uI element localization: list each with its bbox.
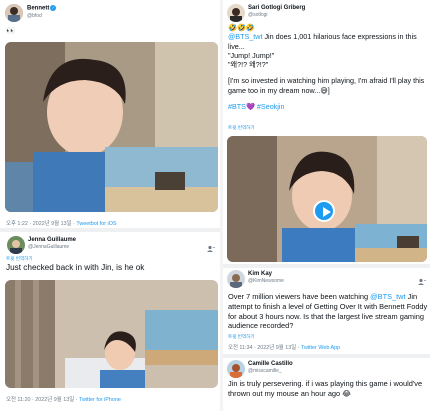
tweet-line-1: @BTS_twt Jin does 1,001 hilarious face e…: [228, 32, 417, 51]
tweet-meta: 오전 11:34 · 2022년 9월 13일 · Twitter Web Ap…: [228, 345, 341, 351]
author-handle[interactable]: @JennaGuillaume: [28, 244, 69, 250]
add-user-icon[interactable]: [418, 273, 426, 285]
avatar[interactable]: [227, 270, 245, 288]
author-handle[interactable]: @bfod: [27, 13, 42, 19]
tweet-body: 🤣🤣🤣 @BTS_twt Jin does 1,001 hilarious fa…: [228, 23, 428, 111]
mention-link[interactable]: @BTS_twt: [370, 292, 405, 301]
avatar[interactable]: [5, 4, 23, 22]
author-handle[interactable]: @sotlogi: [248, 12, 268, 18]
left-column: Bennett ✓ @bfod 👀 오후 1:22 · 2022년 9월 13일 …: [0, 0, 220, 411]
author-name[interactable]: Kim Kay: [248, 271, 272, 277]
play-icon[interactable]: [313, 200, 335, 222]
tweet-text: 👀: [6, 26, 16, 35]
author-handle[interactable]: @KimNewsome: [248, 278, 284, 284]
author-handle[interactable]: @misscamille_: [248, 368, 282, 374]
verified-badge-icon: ✓: [50, 5, 57, 11]
tweet-meta: 오전 11:20 · 2022년 9월 13일 · Twitter for iP…: [6, 397, 121, 403]
avatar[interactable]: [227, 4, 245, 22]
video-player[interactable]: [227, 136, 427, 262]
source-link[interactable]: Twitter for iPhone: [79, 397, 121, 403]
tweet-sari[interactable]: Sari Gotlogi Griberg @sotlogi 🤣🤣🤣 @BTS_t…: [223, 0, 430, 262]
author-name[interactable]: Bennett ✓: [27, 5, 57, 12]
hashtag-links[interactable]: #BTS💜 #Seokjin: [228, 102, 428, 111]
tweet-text: Jin is truly persevering. if i was playi…: [228, 379, 423, 398]
tweet-line-2: "Jump! Jump!": [228, 50, 275, 60]
tweet-text: Over 7 million viewers have been watchin…: [228, 292, 428, 331]
tweet-kim[interactable]: Kim Kay @KimNewsome Over 7 million viewe…: [223, 268, 430, 354]
translate-link[interactable]: 트윗 번역하기: [228, 334, 255, 340]
tweet-text: Just checked back in with Jin, is he ok: [6, 263, 145, 272]
author-name[interactable]: Jenna Guillaume: [28, 237, 76, 243]
mention-link[interactable]: @BTS_twt: [228, 32, 262, 41]
emoji-line: 🤣🤣🤣: [228, 23, 255, 32]
right-column: Sari Gotlogi Griberg @sotlogi 🤣🤣🤣 @BTS_t…: [223, 0, 430, 411]
translate-link[interactable]: 트윗 번역하기: [228, 125, 255, 131]
tweet-camille[interactable]: Camille Castillo @misscamille_ Jin is tr…: [223, 358, 430, 411]
add-user-icon[interactable]: [207, 240, 215, 252]
author-name[interactable]: Camille Castillo: [248, 361, 293, 367]
source-link[interactable]: Tweetbot for iOS: [76, 221, 116, 227]
video-thumbnail[interactable]: [5, 42, 218, 212]
tweet-meta: 오후 1:22 · 2022년 9월 13일 · Tweetbot for iO…: [6, 221, 117, 227]
author-name[interactable]: Sari Gotlogi Griberg: [248, 5, 305, 11]
avatar[interactable]: [227, 360, 245, 378]
tweet-jenna[interactable]: Jenna Guillaume @JennaGuillaume 트윗 번역하기 …: [0, 232, 220, 411]
video-thumbnail[interactable]: [5, 280, 218, 388]
avatar[interactable]: [7, 236, 25, 254]
tweet-bennett[interactable]: Bennett ✓ @bfod 👀 오후 1:22 · 2022년 9월 13일 …: [0, 0, 220, 227]
source-link[interactable]: Twitter Web App: [301, 345, 340, 351]
tweet-line-4: [I'm so invested in watching him playing…: [228, 76, 425, 95]
tweet-line-3: "왜?!? 왜?!?": [228, 60, 269, 70]
